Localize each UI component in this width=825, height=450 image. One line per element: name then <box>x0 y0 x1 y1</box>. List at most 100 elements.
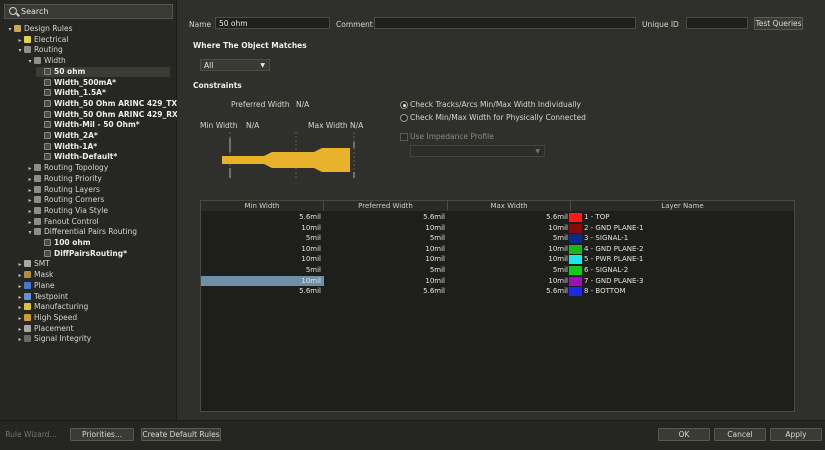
tree-item[interactable]: ▸ Routing Priority <box>26 174 170 185</box>
tree-item-label: High Speed <box>34 312 78 322</box>
where-title: Where The Object Matches <box>193 41 307 50</box>
table-cell-max[interactable]: 10mil <box>448 223 571 234</box>
tree-item[interactable]: ▸ Testpoint <box>16 292 170 303</box>
table-cell-max[interactable]: 10mil <box>448 254 571 265</box>
tree-item[interactable]: ▾ Differential Pairs Routing <box>26 227 170 238</box>
table-cell-pref[interactable]: 5mil <box>324 265 448 276</box>
table-cell-pref[interactable]: 10mil <box>324 254 448 265</box>
table-cell-min[interactable]: 10mil <box>201 244 324 255</box>
tree-item[interactable]: ▾ Width <box>26 56 170 67</box>
tree-item[interactable]: ▸ Electrical <box>16 35 170 46</box>
tree-item[interactable]: ▸ Mask <box>16 270 170 281</box>
tree-item[interactable]: ▸ Plane <box>16 281 170 292</box>
table-cell-min[interactable]: 5mil <box>201 265 324 276</box>
name-label: Name <box>189 20 212 29</box>
test-queries-button[interactable]: Test Queries <box>754 17 803 30</box>
sig-icon <box>24 335 31 343</box>
tree-item[interactable]: Width-Default* <box>36 152 170 163</box>
radio-individually-label: Check Tracks/Arcs Min/Max Width Individu… <box>410 100 581 109</box>
tree-item[interactable]: Width_50 Ohm ARINC 429_RX <box>36 110 178 121</box>
tree-item-label: Manufacturing <box>34 302 89 312</box>
impedance-profile-select[interactable]: ▼ <box>410 145 545 157</box>
chevron-down-icon[interactable]: ▾ <box>26 57 34 68</box>
tree-item[interactable]: ▾ Design Rules <box>6 24 170 35</box>
tree-item[interactable]: ▸ Placement <box>16 324 170 335</box>
radio-physically-connected[interactable] <box>400 114 408 122</box>
table-cell-layer: 5 - PWR PLANE-1 <box>584 255 644 264</box>
table-cell-max[interactable]: 10mil <box>448 244 571 255</box>
tree-item[interactable]: Width_2A* <box>36 131 170 142</box>
radio-individually[interactable] <box>400 101 408 109</box>
tree-item[interactable]: ▸ Routing Via Style <box>26 206 170 217</box>
tree-item[interactable]: 50 ohm <box>36 66 170 78</box>
col-header-layer-name[interactable]: Layer Name <box>571 201 794 211</box>
tree-item[interactable]: ▸ Signal Integrity <box>16 334 170 345</box>
table-cell-pref[interactable]: 10mil <box>324 276 448 287</box>
tree-item[interactable]: Width-1A* <box>36 142 170 153</box>
apply-button[interactable]: Apply <box>770 428 822 441</box>
tree-item[interactable]: ▸ Fanout Control <box>26 217 170 228</box>
search-box[interactable]: Search <box>4 4 173 19</box>
table-cell-min[interactable]: 10mil <box>201 276 324 287</box>
table-cell-min[interactable]: 10mil <box>201 223 324 234</box>
table-cell-min[interactable]: 5mil <box>201 233 324 244</box>
tree-item[interactable]: ▾ Routing <box>16 45 170 56</box>
comment-field[interactable] <box>374 17 636 29</box>
tree-item[interactable]: Width_50 Ohm ARINC 429_TX <box>36 99 177 110</box>
ok-button[interactable]: OK <box>658 428 710 441</box>
route-icon <box>34 217 41 225</box>
table-cell-max[interactable]: 10mil <box>448 276 571 287</box>
tree-item[interactable]: ▸ High Speed <box>16 313 170 324</box>
tree-item[interactable]: ▸ Routing Topology <box>26 163 170 174</box>
tree-item[interactable]: Width_1.5A* <box>36 88 170 99</box>
route-icon <box>34 174 41 182</box>
chevron-right-icon[interactable]: ▸ <box>16 335 24 346</box>
table-cell-min[interactable]: 10mil <box>201 254 324 265</box>
table-cell-pref[interactable]: 10mil <box>324 223 448 234</box>
col-header-min-width[interactable]: Min Width <box>201 201 324 211</box>
tree-item-label: Routing Topology <box>44 163 109 173</box>
radio-physically-connected-label: Check Min/Max Width for Physically Conne… <box>410 113 586 122</box>
chevron-down-icon[interactable]: ▾ <box>6 25 14 36</box>
table-cell-max[interactable]: 5.6mil <box>448 212 571 223</box>
cancel-button[interactable]: Cancel <box>714 428 766 441</box>
tree-item[interactable]: ▸ Routing Layers <box>26 185 170 196</box>
table-cell-min[interactable]: 5.6mil <box>201 286 324 297</box>
unique-id-field[interactable] <box>686 17 748 29</box>
col-header-preferred-width[interactable]: Preferred Width <box>324 201 448 211</box>
use-impedance-checkbox[interactable] <box>400 133 408 141</box>
table-cell-pref[interactable]: 10mil <box>324 244 448 255</box>
table-cell-max[interactable]: 5mil <box>448 233 571 244</box>
create-default-rules-button[interactable]: Create Default Rules <box>141 428 221 441</box>
table-cell-pref[interactable]: 5mil <box>324 233 448 244</box>
name-field[interactable]: 50 ohm <box>215 17 330 29</box>
tree-item[interactable]: ▸ SMT <box>16 259 170 270</box>
tree-item[interactable]: ▸ Routing Corners <box>26 195 170 206</box>
rule-wizard-button[interactable]: Rule Wizard... <box>2 428 60 441</box>
tree-item[interactable]: ▸ Manufacturing <box>16 302 170 313</box>
rule-icon <box>44 78 51 86</box>
table-cell-layer: 7 - GND PLANE-3 <box>584 276 644 285</box>
table-cell-max[interactable]: 5.6mil <box>448 286 571 297</box>
place-icon <box>24 324 31 332</box>
priorities-button[interactable]: Priorities... <box>70 428 134 441</box>
route-icon <box>34 164 41 172</box>
col-header-max-width[interactable]: Max Width <box>448 201 571 211</box>
tree-item-label: Width_50 Ohm ARINC 429_TX <box>54 98 178 108</box>
table-cell-layer: 1 - TOP <box>584 213 610 221</box>
where-selected-value: All <box>204 61 214 70</box>
table-cell-min[interactable]: 5.6mil <box>201 212 324 223</box>
tree-item-label: Electrical <box>34 34 69 44</box>
table-cell-pref[interactable]: 5.6mil <box>324 212 448 223</box>
table-cell-max[interactable]: 5mil <box>448 265 571 276</box>
tree-item[interactable]: Width-Mil - 50 Ohm* <box>36 120 170 131</box>
where-select[interactable]: All ▼ <box>200 59 270 71</box>
chevron-down-icon[interactable]: ▾ <box>26 228 34 239</box>
rule-icon <box>44 142 51 150</box>
tree-item[interactable]: 100 ohm <box>36 238 170 249</box>
rule-icon <box>44 89 51 97</box>
table-cell-pref[interactable]: 5.6mil <box>324 286 448 297</box>
chevron-down-icon[interactable]: ▾ <box>16 46 24 57</box>
tree-item[interactable]: Width_500mA* <box>36 78 170 89</box>
tree-item[interactable]: DiffPairsRouting* <box>36 249 170 260</box>
